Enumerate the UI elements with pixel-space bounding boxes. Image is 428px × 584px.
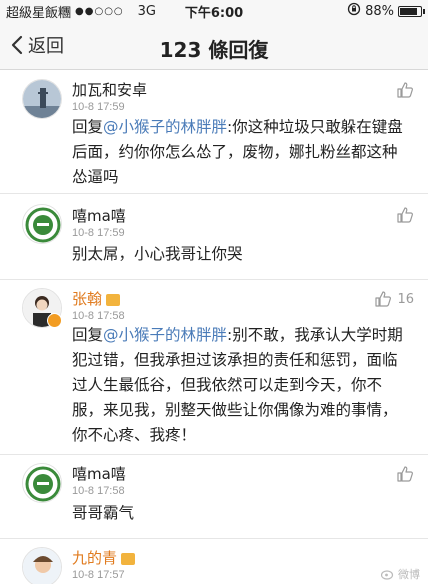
comment-text: 哥哥霸气 xyxy=(72,504,135,522)
comment-text: 回复@小猴子的林胖胖:你这种垃圾只敢躲在键盘后面，约你你怎么怂了，废物，娜扎粉丝… xyxy=(72,118,403,186)
battery-percent: 88% xyxy=(365,3,394,19)
thumbs-up-icon xyxy=(397,466,413,482)
like-button[interactable] xyxy=(396,465,414,483)
comment-username[interactable]: 嘻ma嘻 xyxy=(72,463,126,484)
comment-time: 10-8 17:59 xyxy=(72,101,125,113)
battery-icon xyxy=(398,5,425,17)
carrier-name: 超級星飯糰 xyxy=(6,5,72,21)
like-button[interactable] xyxy=(396,206,414,224)
comment-item: 嘻ma嘻 10-8 17:58 哥哥霸气 xyxy=(0,455,428,539)
comment-username[interactable]: 张翰 xyxy=(72,288,121,309)
mention-link[interactable]: @小猴子的林胖胖 xyxy=(103,326,227,344)
comment-list: 加瓦和安卓 10-8 17:59 回复@小猴子的林胖胖:你这种垃圾只敢躲在键盘后… xyxy=(0,71,428,584)
comment-text: 别太屌，小心我哥让你哭 xyxy=(72,245,243,263)
watermark: 微博 xyxy=(381,566,420,582)
avatar[interactable] xyxy=(22,288,62,328)
comment-time: 10-8 17:57 xyxy=(72,569,125,581)
avatar[interactable] xyxy=(22,463,62,503)
lock-rotation-icon xyxy=(347,2,361,20)
page-title: 123 條回復 xyxy=(159,38,269,62)
comment-item: 嘻ma嘻 10-8 17:59 别太屌，小心我哥让你哭 xyxy=(0,194,428,280)
comment-username[interactable]: 嘻ma嘻 xyxy=(72,205,126,226)
avatar[interactable] xyxy=(22,547,62,584)
network-type: 3G xyxy=(137,3,157,19)
signal-strength-icon: ●●○○○ xyxy=(75,5,124,17)
avatar[interactable] xyxy=(22,79,62,119)
mention-link[interactable]: @小猴子的林胖胖 xyxy=(103,118,227,136)
navigation-bar: 返回 123 條回復 xyxy=(0,22,428,70)
comment-item: 九的青 10-8 17:57 xyxy=(0,539,428,584)
thumbs-up-icon xyxy=(397,207,413,223)
comment-username[interactable]: 加瓦和安卓 xyxy=(72,79,147,100)
comment-item: 张翰 10-8 17:58 16 回复@小猴子的林胖胖:别不敢，我承认大学时期犯… xyxy=(0,280,428,455)
like-count: 16 xyxy=(397,291,414,307)
thumbs-up-icon xyxy=(397,82,413,98)
comment-time: 10-8 17:58 xyxy=(72,310,125,322)
comment-time: 10-8 17:58 xyxy=(72,485,125,497)
verified-badge-icon xyxy=(47,313,62,328)
avatar[interactable] xyxy=(22,204,62,244)
weibo-logo-icon xyxy=(381,570,394,580)
comment-username[interactable]: 九的青 xyxy=(72,547,136,568)
comment-time: 10-8 17:59 xyxy=(72,227,125,239)
comment-text: 回复@小猴子的林胖胖:别不敢，我承认大学时期犯过错，但我承担过该承担的责任和惩罚… xyxy=(72,326,403,444)
like-button[interactable] xyxy=(396,81,414,99)
status-bar: 超級星飯糰 ●●○○○ 3G 下午6:00 88% xyxy=(0,0,428,22)
like-button[interactable]: 16 xyxy=(374,290,414,308)
thumbs-up-icon xyxy=(375,291,392,307)
vip-crown-icon xyxy=(121,552,136,565)
vip-crown-icon xyxy=(106,293,121,306)
comment-item: 加瓦和安卓 10-8 17:59 回复@小猴子的林胖胖:你这种垃圾只敢躲在键盘后… xyxy=(0,71,428,194)
